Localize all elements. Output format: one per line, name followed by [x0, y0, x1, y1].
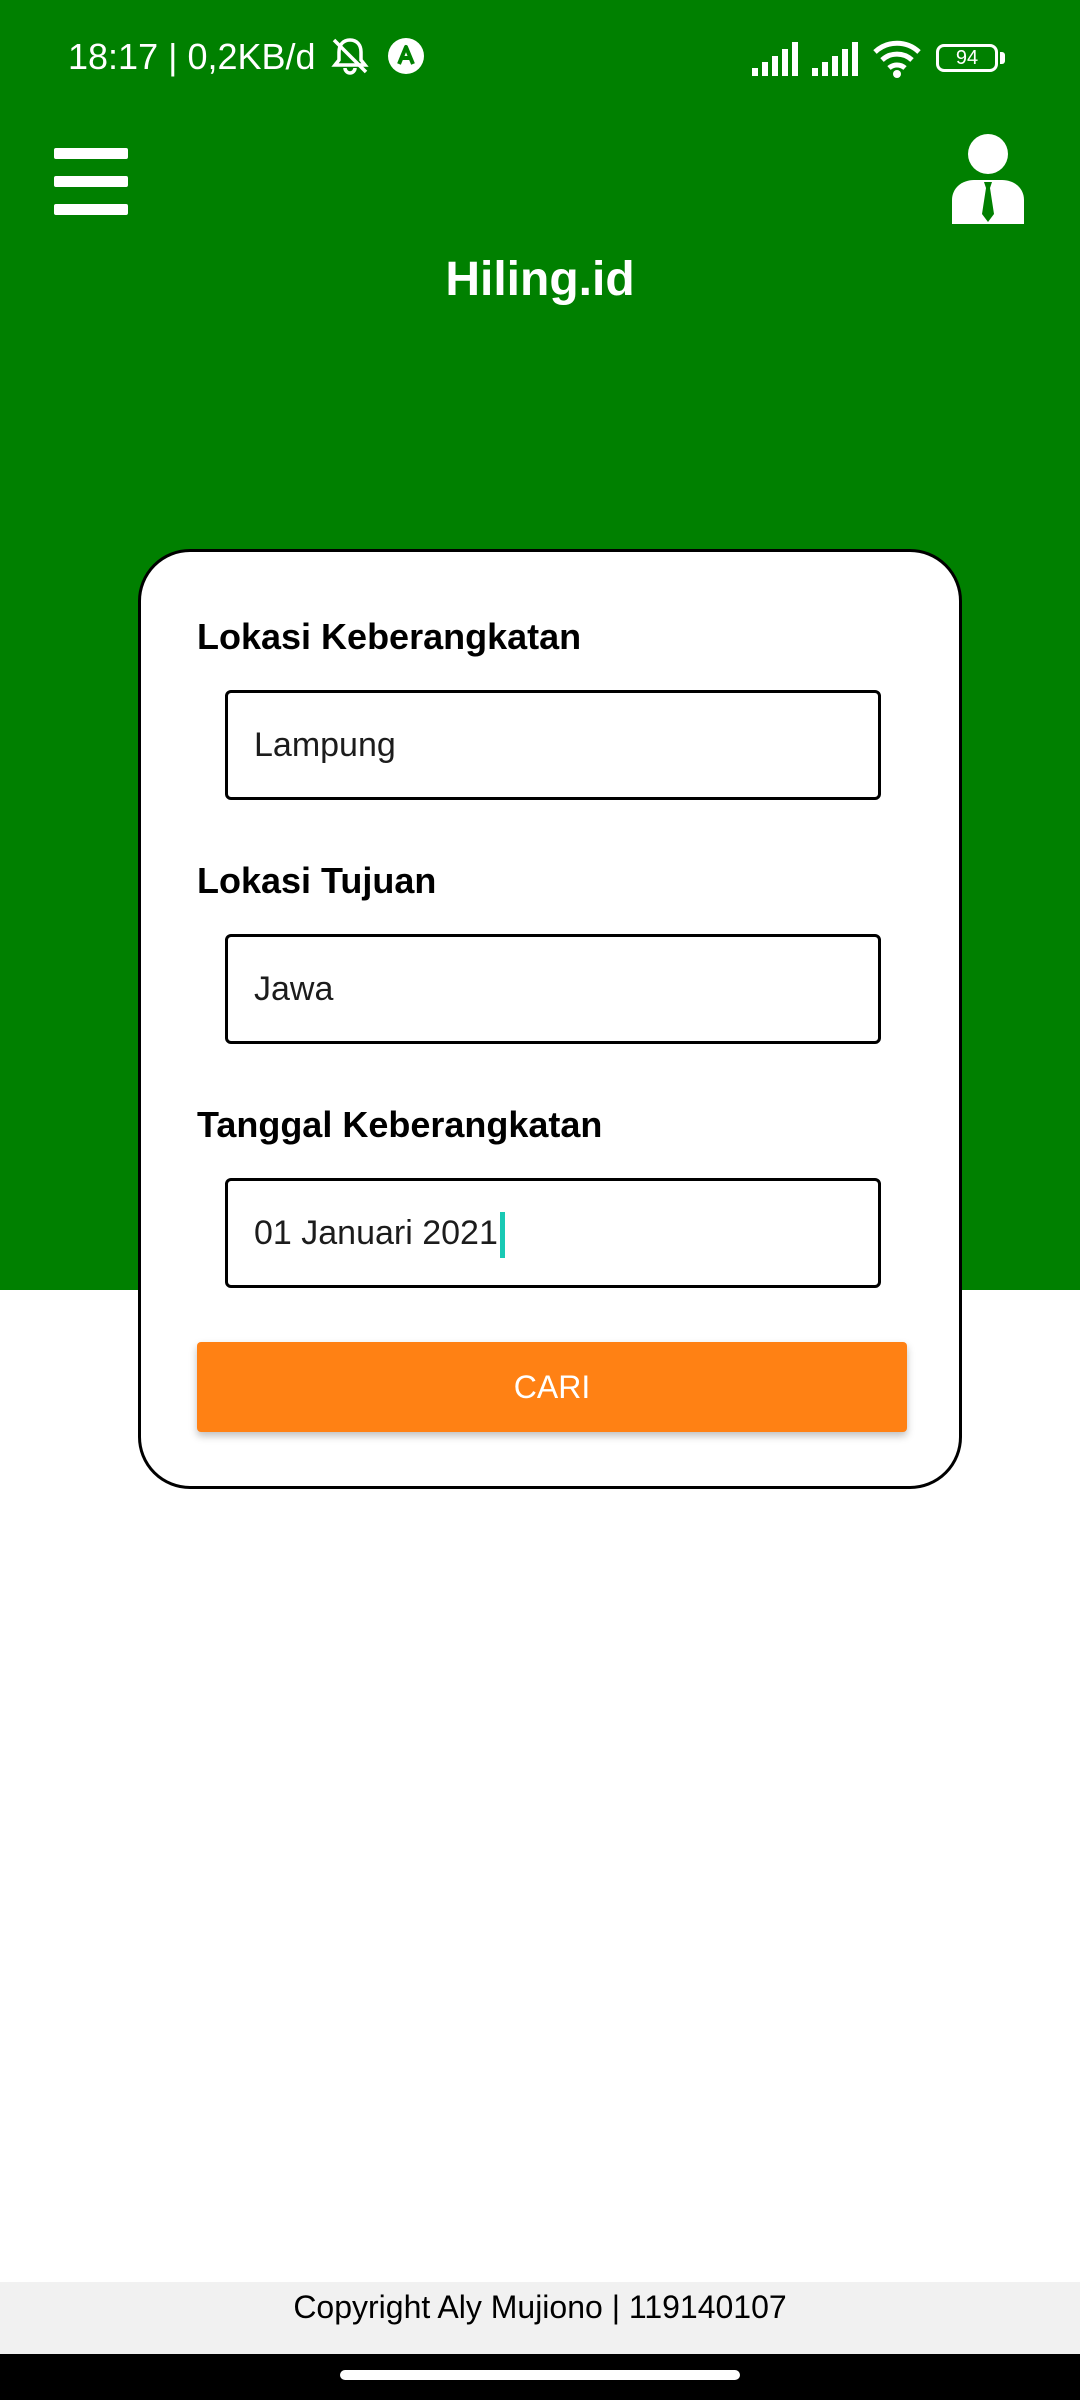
- battery-nub: [1000, 52, 1005, 64]
- departure-label: Lokasi Keberangkatan: [197, 616, 582, 657]
- wifi-icon: [873, 40, 921, 78]
- signal-icon: [752, 42, 798, 76]
- battery-level: 94: [955, 47, 979, 69]
- destination-field[interactable]: Jawa: [225, 934, 881, 1044]
- hamburger-menu-icon[interactable]: [54, 146, 128, 216]
- search-button[interactable]: CARI: [197, 1342, 907, 1432]
- search-card: Lokasi Keberangkatan Lampung Lokasi Tuju…: [138, 549, 962, 1489]
- copyright-text: Copyright Aly Mujiono | 119140107: [293, 2289, 787, 2325]
- home-indicator[interactable]: [340, 2370, 740, 2380]
- text-caret: [499, 1212, 505, 1259]
- departure-value: Lampung: [254, 726, 396, 764]
- signal-icon: [812, 42, 858, 76]
- app-notification-icon: [388, 38, 424, 74]
- system-nav-bar: [0, 2354, 1080, 2400]
- date-label: Tanggal Keberangkatan: [197, 1104, 603, 1145]
- app-title: Hiling.id: [445, 253, 635, 306]
- destination-value: Jawa: [254, 970, 334, 1008]
- footer: Copyright Aly Mujiono | 119140107: [0, 2282, 1080, 2354]
- status-time: 18:17 | 0,2KB/d: [68, 36, 316, 77]
- battery-icon: 94: [936, 44, 998, 72]
- status-bar: 18:17 | 0,2KB/d 94: [0, 0, 1080, 118]
- bell-off-icon: [331, 38, 369, 75]
- date-value: 01 Januari 2021: [254, 1214, 498, 1252]
- destination-label: Lokasi Tujuan: [197, 860, 437, 901]
- user-profile-icon[interactable]: [950, 134, 1026, 224]
- date-field[interactable]: 01 Januari 2021: [225, 1178, 881, 1288]
- departure-field[interactable]: Lampung: [225, 690, 881, 800]
